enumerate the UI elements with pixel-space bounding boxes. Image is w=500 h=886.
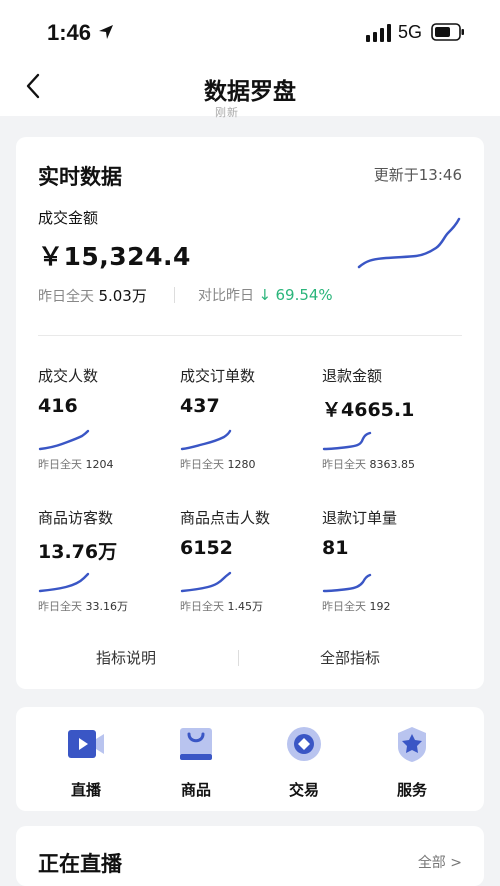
metric-value: 81 xyxy=(322,537,349,559)
gmv-compare: 对比昨日 ↓ 69.54% xyxy=(198,285,333,305)
gmv-compare-label: 对比昨日 xyxy=(198,288,254,304)
divider xyxy=(38,335,462,336)
nav-item-label: 交易 xyxy=(288,781,319,799)
all-metrics-link[interactable]: 全部指标 xyxy=(320,647,380,668)
metric-explanation-link[interactable]: 指标说明 xyxy=(96,647,156,668)
metric-yesterday-value: 1280 xyxy=(227,458,256,471)
metric-yesterday-value: 8363.85 xyxy=(369,458,416,471)
live-streaming-card: 正在直播 全部 > xyxy=(16,826,484,886)
gmv-label: 成交金额 xyxy=(38,209,99,227)
metric-value: 416 xyxy=(38,395,78,417)
gmv-yesterday-label: 昨日全天 xyxy=(38,289,94,305)
bag-icon xyxy=(180,728,212,760)
gmv-value: ￥15,324.4 xyxy=(38,242,191,271)
gmv-yesterday: 昨日全天 5.03万 xyxy=(38,285,147,306)
gmv-trend-sparkline xyxy=(357,217,461,269)
metric-yesterday: 昨日全天 1.45万 xyxy=(180,598,263,614)
metric-product-visitors[interactable]: 商品访客数 13.76万 昨日全天 33.16万 xyxy=(38,507,178,637)
service-badge-icon xyxy=(398,727,426,762)
gmv-yesterday-value: 5.03万 xyxy=(98,287,147,305)
metric-yesterday-value: 1.45万 xyxy=(227,600,264,613)
update-time: 更新于13:46 xyxy=(373,166,462,184)
gmv-compare-value: 69.54% xyxy=(275,286,333,304)
card-footer-links: 指标说明 全部指标 xyxy=(16,647,484,671)
metric-value: 13.76万 xyxy=(38,541,118,563)
metric-yesterday-label: 昨日全天 xyxy=(322,600,366,613)
metric-yesterday: 昨日全天 1204 xyxy=(38,456,114,472)
view-all-link[interactable]: 全部 > xyxy=(418,852,462,872)
metric-label: 退款金额 xyxy=(322,367,383,385)
signal-icon xyxy=(366,24,391,42)
metric-yesterday-value: 192 xyxy=(369,600,391,613)
metric-value: 6152 xyxy=(180,537,233,559)
realtime-data-card: 实时数据 更新于13:46 成交金额 ￥15,324.4 昨日全天 5.03万 … xyxy=(16,137,484,689)
metric-refund-amount[interactable]: 退款金额 ￥4665.1 昨日全天 8363.85 xyxy=(322,365,462,495)
video-icon xyxy=(68,730,104,758)
nav-item-products[interactable]: 商品 xyxy=(156,725,236,805)
metric-value: 437 xyxy=(180,395,220,417)
metric-yesterday-value: 33.16万 xyxy=(85,600,129,613)
metric-refund-orders[interactable]: 退款订单量 81 昨日全天 192 xyxy=(322,507,462,637)
metric-label: 成交订单数 xyxy=(180,367,256,385)
nav-item-label: 服务 xyxy=(396,781,427,799)
nav-item-services[interactable]: 服务 xyxy=(372,725,452,805)
realtime-title: 实时数据 xyxy=(38,165,122,189)
metric-label: 退款订单量 xyxy=(322,509,398,527)
live-title: 正在直播 xyxy=(38,852,122,876)
metric-yesterday: 昨日全天 8363.85 xyxy=(322,456,415,472)
status-bar: 1:46 5G xyxy=(0,0,500,60)
metric-yesterday: 昨日全天 33.16万 xyxy=(38,598,128,614)
metric-yesterday: 昨日全天 192 xyxy=(322,598,391,614)
metric-sparkline xyxy=(322,431,372,451)
metric-label: 成交人数 xyxy=(38,367,99,385)
metric-sparkline xyxy=(38,572,90,593)
arrow-down-icon: ↓ xyxy=(258,286,272,304)
scrolled-text-fragment: 刚新 xyxy=(215,106,239,119)
status-time: 1:46 xyxy=(47,20,92,45)
metric-yesterday: 昨日全天 1280 xyxy=(180,456,256,472)
metric-yesterday-label: 昨日全天 xyxy=(38,458,82,471)
nav-item-live[interactable]: 直播 xyxy=(46,725,126,805)
metric-orders[interactable]: 成交订单数 437 昨日全天 1280 xyxy=(180,365,320,495)
metric-yesterday-label: 昨日全天 xyxy=(180,600,224,613)
metric-sparkline xyxy=(38,429,90,451)
quick-nav-card: 直播 商品 交易 服务 xyxy=(16,707,484,811)
divider xyxy=(238,650,239,666)
metric-yesterday-label: 昨日全天 xyxy=(38,600,82,613)
metric-buyers[interactable]: 成交人数 416 昨日全天 1204 xyxy=(38,365,178,495)
nav-item-label: 商品 xyxy=(180,781,211,799)
metric-label: 商品访客数 xyxy=(38,509,114,527)
nav-item-transactions[interactable]: 交易 xyxy=(264,725,344,805)
transaction-icon xyxy=(287,727,321,761)
nav-bar: 数据罗盘 xyxy=(0,60,500,116)
network-label: 5G xyxy=(398,22,423,42)
metric-sparkline xyxy=(180,571,232,593)
metric-yesterday-label: 昨日全天 xyxy=(322,458,366,471)
metric-label: 商品点击人数 xyxy=(180,509,271,527)
nav-item-label: 直播 xyxy=(70,781,101,799)
divider xyxy=(174,287,175,303)
battery-icon xyxy=(431,23,464,41)
metric-product-clicks[interactable]: 商品点击人数 6152 昨日全天 1.45万 xyxy=(180,507,320,637)
metric-yesterday-label: 昨日全天 xyxy=(180,458,224,471)
location-arrow-icon xyxy=(99,25,113,39)
metric-yesterday-value: 1204 xyxy=(85,458,114,471)
metric-value: ￥4665.1 xyxy=(322,399,415,421)
metric-sparkline xyxy=(322,573,372,593)
page-title: 数据罗盘 xyxy=(204,79,296,105)
metric-sparkline xyxy=(180,429,232,451)
